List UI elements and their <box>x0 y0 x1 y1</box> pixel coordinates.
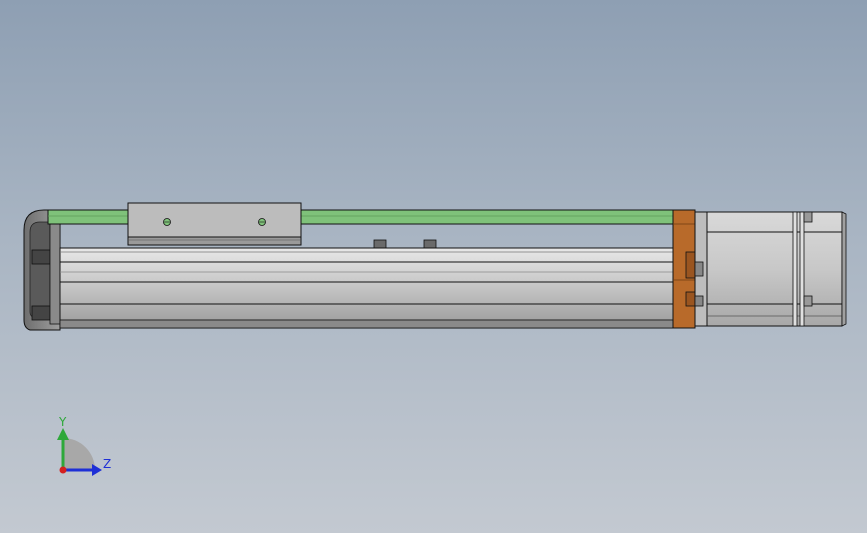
carriage-screw-left <box>163 218 171 226</box>
mounting-stud-1 <box>373 239 387 249</box>
linear-actuator-model[interactable]: Y Z <box>0 0 867 533</box>
motor-flange <box>694 211 708 327</box>
z-axis-label: Z <box>103 457 111 471</box>
motor-end-plate <box>672 209 696 329</box>
extrusion-body <box>59 247 674 329</box>
left-end-cap <box>23 209 61 331</box>
cad-viewport[interactable]: Y Z <box>0 0 867 533</box>
carriage-block[interactable] <box>127 202 302 246</box>
stepper-motor <box>706 211 847 327</box>
coordinate-triad: Y Z <box>57 415 111 476</box>
carriage-screw-right <box>258 218 266 226</box>
mounting-stud-2 <box>423 239 437 249</box>
y-axis-label: Y <box>58 415 67 429</box>
